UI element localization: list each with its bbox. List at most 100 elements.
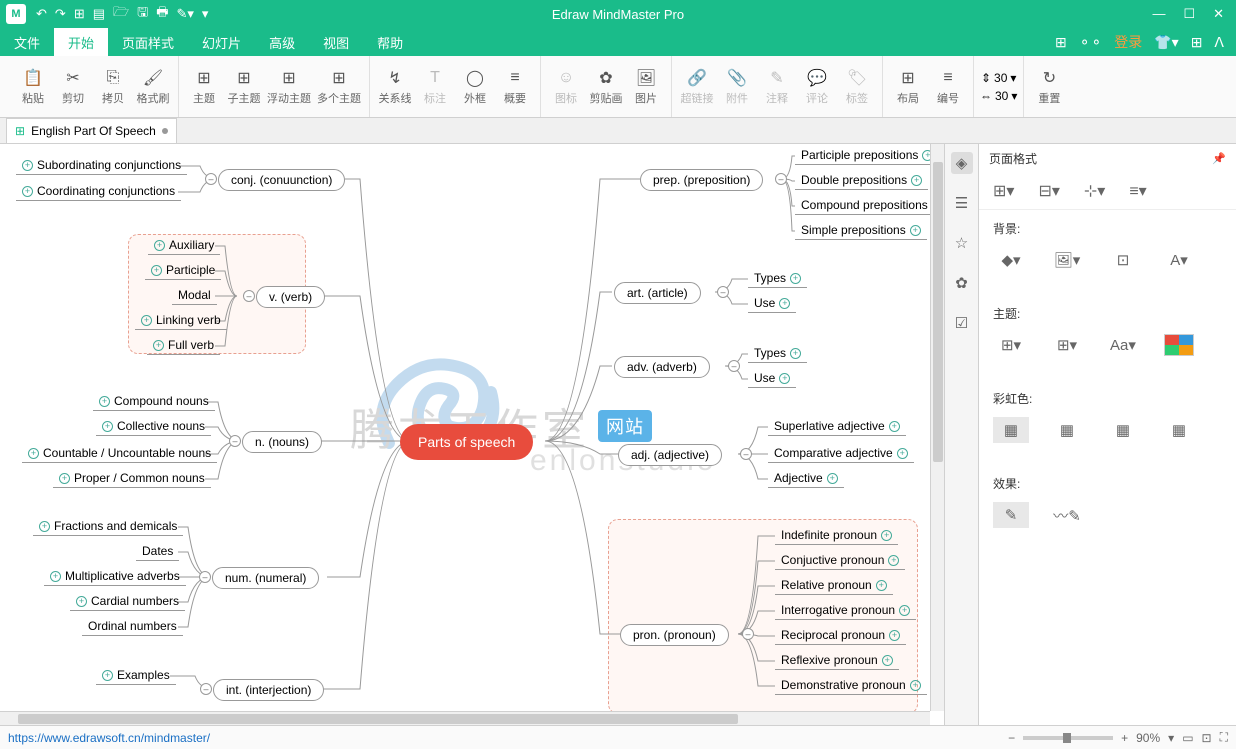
panel-tool-1[interactable]: ⊞▾	[993, 181, 1014, 201]
cut-button[interactable]: ✂剪切	[54, 61, 92, 113]
redo-button[interactable]: ↷	[55, 6, 66, 22]
fullscreen-icon[interactable]: ⛶	[1220, 730, 1228, 745]
panel-tool-3[interactable]: ⊹▾	[1084, 181, 1105, 201]
hspacing-input[interactable]: 30	[995, 89, 1008, 103]
side-format-icon[interactable]: ◈	[951, 152, 973, 174]
leaf-indefinite-pron[interactable]: Indefinite pronoun+	[775, 526, 898, 545]
node-num[interactable]: num. (numeral)	[212, 567, 319, 589]
boundary-button[interactable]: ◯外框	[456, 61, 494, 113]
share-icon[interactable]: ⚬⚬	[1079, 34, 1102, 51]
summary-button[interactable]: ≡概要	[496, 61, 534, 113]
layout-button[interactable]: ⊞布局	[889, 61, 927, 113]
view-icon-2[interactable]: ⊡	[1202, 731, 1212, 745]
leaf-relative-pron[interactable]: Relative pronoun+	[775, 576, 893, 595]
bg-watermark[interactable]: ⊡	[1105, 247, 1141, 273]
node-center[interactable]: Parts of speech	[400, 424, 533, 460]
leaf-simple-prep[interactable]: Simple prepositions+	[795, 221, 927, 240]
junction-prep[interactable]: –	[775, 173, 787, 185]
leaf-comparative[interactable]: Comparative adjective+	[768, 444, 914, 463]
leaf-fractions[interactable]: +Fractions and demicals	[33, 517, 183, 536]
maximize-button[interactable]: ☐	[1183, 6, 1195, 22]
login-button[interactable]: 登录	[1114, 32, 1142, 52]
collapse-ribbon-icon[interactable]: ᐱ	[1214, 34, 1224, 51]
node-art[interactable]: art. (article)	[614, 282, 701, 304]
leaf-double-prep[interactable]: Double prepositions+	[795, 171, 928, 190]
leaf-participle[interactable]: +Participle	[145, 261, 221, 280]
zoom-slider[interactable]	[1023, 736, 1113, 740]
menu-slides[interactable]: 幻灯片	[188, 28, 255, 56]
theme-1[interactable]: ⊞▾	[993, 332, 1029, 358]
grid-icon[interactable]: ⊞	[1191, 34, 1203, 51]
panel-tool-4[interactable]: ≡▾	[1129, 181, 1146, 201]
zoom-minus[interactable]: −	[1008, 731, 1015, 745]
comment-button[interactable]: 💬评论	[798, 61, 836, 113]
leaf-cardinal[interactable]: +Cardial numbers	[70, 592, 185, 611]
node-conj[interactable]: conj. (conuunction)	[218, 169, 345, 191]
leaf-reflexive-pron[interactable]: Reflexive pronoun+	[775, 651, 899, 670]
junction-pron[interactable]: –	[742, 628, 754, 640]
theme-2[interactable]: ⊞▾	[1049, 332, 1085, 358]
leaf-dates[interactable]: Dates	[136, 542, 179, 561]
rainbow-2[interactable]: ▦	[1049, 417, 1085, 443]
menu-help[interactable]: 帮助	[363, 28, 417, 56]
minimize-button[interactable]: —	[1152, 6, 1165, 22]
node-pron[interactable]: pron. (pronoun)	[620, 624, 729, 646]
theme-font[interactable]: Aa▾	[1105, 332, 1141, 358]
format-painter-button[interactable]: 🖌格式刷	[134, 61, 172, 113]
node-verb[interactable]: v. (verb)	[256, 286, 325, 308]
panel-tool-2[interactable]: ⊟▾	[1038, 181, 1059, 201]
leaf-auxiliary[interactable]: +Auxiliary	[148, 236, 220, 255]
leaf-compound-prep[interactable]: Compound prepositions	[795, 196, 934, 215]
side-outline-icon[interactable]: ☰	[951, 192, 973, 214]
leaf-demonstrative-pron[interactable]: Demonstrative pronoun+	[775, 676, 927, 695]
menu-start[interactable]: 开始	[54, 28, 108, 56]
note-button[interactable]: ✎注释	[758, 61, 796, 113]
junction-verb[interactable]: –	[243, 290, 255, 302]
close-button[interactable]: ✕	[1213, 6, 1224, 22]
icon-button[interactable]: ☺图标	[547, 61, 585, 113]
bg-fill[interactable]: ◆▾	[993, 247, 1029, 273]
relation-button[interactable]: ↯关系线	[376, 61, 414, 113]
qat-btn-8[interactable]: ✎▾	[177, 6, 194, 22]
view-icon-1[interactable]: ▭	[1182, 731, 1193, 745]
menu-advanced[interactable]: 高级	[255, 28, 309, 56]
junction-art[interactable]: –	[717, 286, 729, 298]
leaf-modal[interactable]: Modal	[172, 286, 217, 305]
copy-button[interactable]: ⎘拷贝	[94, 61, 132, 113]
rainbow-3[interactable]: ▦	[1105, 417, 1141, 443]
leaf-collective-n[interactable]: +Collective nouns	[96, 417, 211, 436]
document-tab[interactable]: ⊞ English Part Of Speech	[6, 118, 177, 143]
leaf-adv-types[interactable]: Types+	[748, 344, 807, 363]
leaf-linking[interactable]: +Linking verb	[135, 311, 227, 330]
junction-int[interactable]: –	[200, 683, 212, 695]
menu-view[interactable]: 视图	[309, 28, 363, 56]
pin-icon[interactable]: 📌	[1212, 152, 1226, 165]
tshirt-icon[interactable]: 👕▾	[1154, 34, 1178, 51]
qat-btn-4[interactable]: ▤	[93, 6, 105, 22]
leaf-art-types[interactable]: Types+	[748, 269, 807, 288]
leaf-coord-conj[interactable]: +Coordinating conjunctions	[16, 182, 181, 201]
side-clipart-icon[interactable]: ✿	[951, 272, 973, 294]
junction-adj[interactable]: –	[740, 448, 752, 460]
leaf-ordinal[interactable]: Ordinal numbers	[82, 617, 183, 636]
floating-topic-button[interactable]: ⊞浮动主题	[265, 61, 313, 113]
node-int[interactable]: int. (interjection)	[213, 679, 324, 701]
cloud-icon[interactable]: ⊞	[1055, 34, 1067, 51]
rainbow-4[interactable]: ▦	[1161, 417, 1197, 443]
callout-button[interactable]: T标注	[416, 61, 454, 113]
leaf-examples[interactable]: +Examples	[96, 666, 176, 685]
node-adj[interactable]: adj. (adjective)	[618, 444, 722, 466]
menu-page-style[interactable]: 页面样式	[108, 28, 188, 56]
qat-more[interactable]: ▾	[202, 6, 209, 22]
leaf-compound-n[interactable]: +Compound nouns	[93, 392, 215, 411]
junction-noun[interactable]: –	[229, 435, 241, 447]
leaf-adjective[interactable]: Adjective+	[768, 469, 844, 488]
attachment-button[interactable]: 📎附件	[718, 61, 756, 113]
junction-conj[interactable]: –	[205, 173, 217, 185]
qat-btn-3[interactable]: ⊞	[74, 6, 85, 22]
bg-text[interactable]: A▾	[1161, 247, 1197, 273]
zoom-plus[interactable]: +	[1121, 731, 1128, 745]
menu-file[interactable]: 文件	[0, 28, 54, 56]
paste-button[interactable]: 📋粘贴	[14, 61, 52, 113]
leaf-proper-n[interactable]: +Proper / Common nouns	[53, 469, 211, 488]
